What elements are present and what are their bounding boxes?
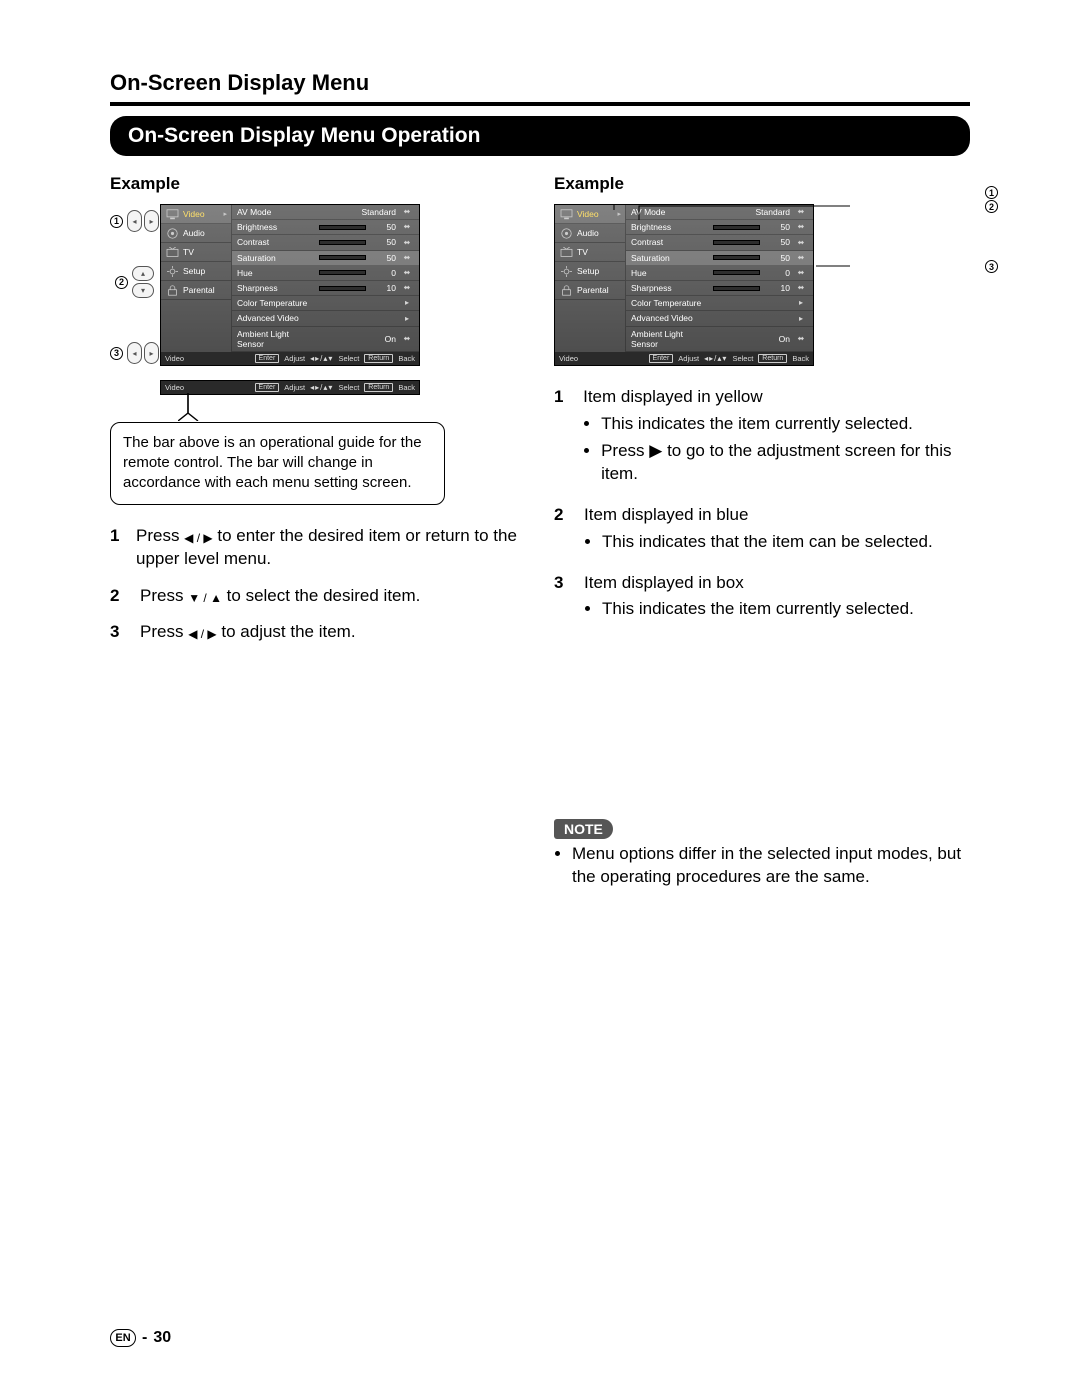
osd-nav-parental: Parental xyxy=(555,281,625,300)
page-title: On-Screen Display Menu xyxy=(110,70,970,96)
osd-option-brightness: Brightness50⬌ xyxy=(232,220,419,235)
example-label-left: Example xyxy=(110,174,526,194)
gear-icon xyxy=(559,265,573,277)
callout-1-icon: 1 xyxy=(110,215,123,228)
osd-screenshot-left: Video▸AudioTVSetupParental AV ModeStanda… xyxy=(160,204,420,366)
title-rule xyxy=(110,102,970,106)
remote-callouts: 1 ◂▸ 2 ▴ ▾ 3 ◂▸ xyxy=(110,204,159,370)
left-step-1: 1Press ◀ / ▶ to enter the desired item o… xyxy=(110,525,526,571)
osd-option-color-temperature: Color Temperature▸ xyxy=(232,296,419,311)
tv-icon xyxy=(559,246,573,258)
osd-option-ambient-light-sensor: Ambient Light SensorOn⬌ xyxy=(232,327,419,352)
osd-nav-tv: TV xyxy=(161,243,231,262)
osd-nav-audio: Audio xyxy=(555,224,625,243)
right-step-3: 3Item displayed in boxThis indicates the… xyxy=(554,572,970,626)
tv-icon xyxy=(165,246,179,258)
osd-option-hue: Hue0⬌ xyxy=(232,266,419,281)
osd-option-contrast: Contrast50⬌ xyxy=(626,235,813,250)
osd-option-sharpness: Sharpness10⬌ xyxy=(626,281,813,296)
right-step-2: 2Item displayed in blueThis indicates th… xyxy=(554,504,970,558)
osd-option-color-temperature: Color Temperature▸ xyxy=(626,296,813,311)
osd-option-av-mode: AV ModeStandard⬌ xyxy=(626,205,813,220)
speaker-icon xyxy=(559,227,573,239)
osd-option-advanced-video: Advanced Video▸ xyxy=(232,311,419,326)
monitor-icon xyxy=(165,208,179,220)
osd-option-ambient-light-sensor: Ambient Light SensorOn⬌ xyxy=(626,327,813,352)
callout-2-icon: 2 xyxy=(115,276,128,289)
osd-nav-setup: Setup xyxy=(555,262,625,281)
osd-nav-audio: Audio xyxy=(161,224,231,243)
speaker-icon xyxy=(165,227,179,239)
callout-box: The bar above is an operational guide fo… xyxy=(110,422,445,505)
left-step-3: 3Press ◀ / ▶ to adjust the item. xyxy=(110,621,526,644)
osd-option-contrast: Contrast50⬌ xyxy=(232,235,419,250)
right-step-1: 1Item displayed in yellowThis indicates … xyxy=(554,386,970,490)
callout-3-icon: 3 xyxy=(110,347,123,360)
page-footer: EN - 30 xyxy=(110,1329,171,1347)
osd-nav-parental: Parental xyxy=(161,281,231,300)
lock-icon xyxy=(165,284,179,296)
right-instructions: 1Item displayed in yellowThis indicates … xyxy=(554,386,970,626)
osd-option-sharpness: Sharpness10⬌ xyxy=(232,281,419,296)
osd-nav-video: Video▸ xyxy=(555,205,625,224)
osd-option-brightness: Brightness50⬌ xyxy=(626,220,813,235)
osd-nav-tv: TV xyxy=(555,243,625,262)
osd-option-hue: Hue0⬌ xyxy=(626,266,813,281)
osd-option-advanced-video: Advanced Video▸ xyxy=(626,311,813,326)
gear-icon xyxy=(165,265,179,277)
callout-2-right: 2 xyxy=(985,200,998,213)
left-step-2: 2Press ▼ / ▲ to select the desired item. xyxy=(110,585,526,608)
osd-option-av-mode: AV ModeStandard⬌ xyxy=(232,205,419,220)
section-title-bar: On-Screen Display Menu Operation xyxy=(110,116,970,156)
note-text: Menu options differ in the selected inpu… xyxy=(572,843,970,889)
callout-3-right: 3 xyxy=(985,260,998,273)
callout-arrow xyxy=(178,393,218,421)
osd-screenshot-right: Video▸AudioTVSetupParental AV ModeStanda… xyxy=(554,204,814,366)
callout-1-right: 1 xyxy=(985,186,998,199)
lock-icon xyxy=(559,284,573,296)
osd-option-saturation: Saturation50⬌ xyxy=(626,251,813,266)
left-instructions: 1Press ◀ / ▶ to enter the desired item o… xyxy=(110,525,526,645)
note-label: NOTE xyxy=(554,819,613,839)
osd-option-saturation: Saturation50⬌ xyxy=(232,251,419,266)
monitor-icon xyxy=(559,208,573,220)
osd-nav-setup: Setup xyxy=(161,262,231,281)
osd-nav-video: Video▸ xyxy=(161,205,231,224)
